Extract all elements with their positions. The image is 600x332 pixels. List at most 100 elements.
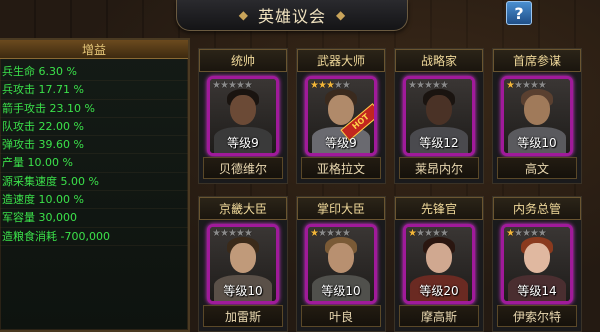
bonus-stat: 源采集速度 5.00 % [0,173,188,192]
bonus-stat: 弹攻击 39.60 % [0,136,188,155]
star-icon: ★ [317,80,327,91]
hero-card[interactable]: 京畿大臣 ★★★★★ 等级10 加雷斯 [198,196,288,332]
hero-role-label: 内务总管 [493,197,581,220]
star-icon: ★ [529,228,539,239]
hero-role-label: 京畿大臣 [199,197,287,220]
hero-card[interactable]: 战略家 ★★★★★ 等级12 莱昂内尔 [394,48,484,184]
star-icon: ★ [408,80,417,91]
help-button[interactable]: ? [506,1,532,25]
bonus-stat: 军容量 30,000 [0,209,188,228]
hero-level: 等级10 [517,136,557,150]
hero-name: 亚格拉文 [301,157,381,179]
star-rating: ★★★★★ [408,228,449,239]
hero-portrait[interactable]: ★★★★★ 等级20 [403,224,475,304]
hero-portrait[interactable]: ★★★★★ HOT 等级9 [305,76,377,156]
hero-name: 伊索尔特 [497,305,577,327]
title-bar: ◆ 英雄议会 ◆ [176,0,408,31]
star-icon: ★ [310,228,319,239]
star-icon: ★ [243,228,253,239]
hero-level: 等级12 [419,136,459,150]
hero-role-label: 统帅 [199,49,287,72]
hero-name: 贝德维尔 [203,157,283,179]
bonus-stat: 兵攻击 17.71 % [0,81,188,100]
star-rating: ★★★★★ [506,80,547,91]
star-rating: ★★★★★ [310,80,351,91]
hero-role-label: 首席参谋 [493,49,581,72]
hero-level: 等级9 [325,136,357,150]
star-icon: ★ [529,80,539,91]
hero-face [524,95,550,125]
star-icon: ★ [333,228,343,239]
star-rating: ★★★★★ [506,228,547,239]
hero-card[interactable]: 武器大师 ★★★★★ HOT 等级9 亚格拉文 [296,48,386,184]
bonus-panel: 增益 兵生命 6.30 % 兵攻击 17.71 % 箭手攻击 23.10 % 队… [0,38,190,332]
hero-card[interactable]: 内务总管 ★★★★★ 等级14 伊索尔特 [492,196,582,332]
hero-name: 摩高斯 [399,305,479,327]
bonus-stat: 造速度 10.00 % [0,191,188,210]
hero-portrait[interactable]: ★★★★★ 等级10 [501,76,573,156]
star-icon: ★ [431,80,441,91]
hero-level: 等级9 [227,136,259,150]
hero-role-label: 掌印大臣 [297,197,385,220]
bonus-stat: 箭手攻击 23.10 % [0,100,188,118]
star-icon: ★ [333,80,343,91]
hero-role-label: 战略家 [395,49,483,72]
hero-portrait[interactable]: ★★★★★ 等级10 [207,224,279,304]
bonus-stat: 队攻击 22.00 % [0,118,188,137]
hero-portrait[interactable]: ★★★★★ 等级12 [403,76,475,156]
star-icon: ★ [235,80,245,91]
bonus-stat: 造粮食消耗 -700,000 [0,228,188,246]
star-icon: ★ [513,80,523,91]
hero-face [328,243,354,273]
star-rating: ★★★★★ [310,228,351,239]
hero-face [230,243,256,273]
hero-name: 加雷斯 [203,305,283,327]
hero-role-label: 武器大师 [297,49,385,72]
star-icon: ★ [325,80,335,91]
hero-card[interactable]: 统帅 ★★★★★ 等级9 贝德维尔 [198,48,288,184]
hero-portrait[interactable]: ★★★★★ 等级10 [305,224,377,304]
hero-face [426,95,452,125]
star-icon: ★ [227,80,237,91]
star-icon: ★ [243,80,253,91]
hero-portrait[interactable]: ★★★★★ 等级14 [501,224,573,304]
star-rating: ★★★★★ [212,80,253,91]
star-rating: ★★★★★ [408,80,449,91]
hero-level: 等级10 [321,284,361,298]
star-icon: ★ [439,80,449,91]
star-icon: ★ [310,80,319,91]
hero-portrait[interactable]: ★★★★★ 等级9 [207,76,279,156]
star-icon: ★ [317,228,327,239]
star-icon: ★ [537,80,547,91]
bonus-stat-list: 兵生命 6.30 % 兵攻击 17.71 % 箭手攻击 23.10 % 队攻击 … [0,59,188,246]
page-title: 英雄议会 [257,7,326,26]
hero-role-label: 先锋官 [395,197,483,220]
star-icon: ★ [423,80,433,91]
hero-card[interactable]: 先锋官 ★★★★★ 等级20 摩高斯 [394,196,484,332]
hero-face [230,95,256,125]
hero-name: 莱昂内尔 [399,157,479,179]
star-icon: ★ [341,228,351,239]
bonus-panel-header: 增益 [0,40,188,59]
star-icon: ★ [325,228,335,239]
star-icon: ★ [235,228,245,239]
star-icon: ★ [506,228,515,239]
bonus-stat: 兵生命 6.30 % [0,63,188,82]
hero-card[interactable]: 首席参谋 ★★★★★ 等级10 高文 [492,48,582,184]
star-icon: ★ [219,80,229,91]
star-icon: ★ [219,228,229,239]
star-icon: ★ [341,80,351,91]
hero-level: 等级10 [223,284,263,298]
hero-level: 等级20 [419,284,459,298]
star-icon: ★ [537,228,547,239]
star-icon: ★ [415,80,425,91]
star-icon: ★ [431,228,441,239]
star-icon: ★ [423,228,433,239]
hero-card[interactable]: 掌印大臣 ★★★★★ 等级10 叶良 [296,196,386,332]
star-icon: ★ [408,228,417,239]
ornament-icon: ◆ [336,8,346,22]
bonus-stat: 产量 10.00 % [0,154,188,173]
star-icon: ★ [506,80,515,91]
star-icon: ★ [415,228,425,239]
hero-face [426,243,452,273]
